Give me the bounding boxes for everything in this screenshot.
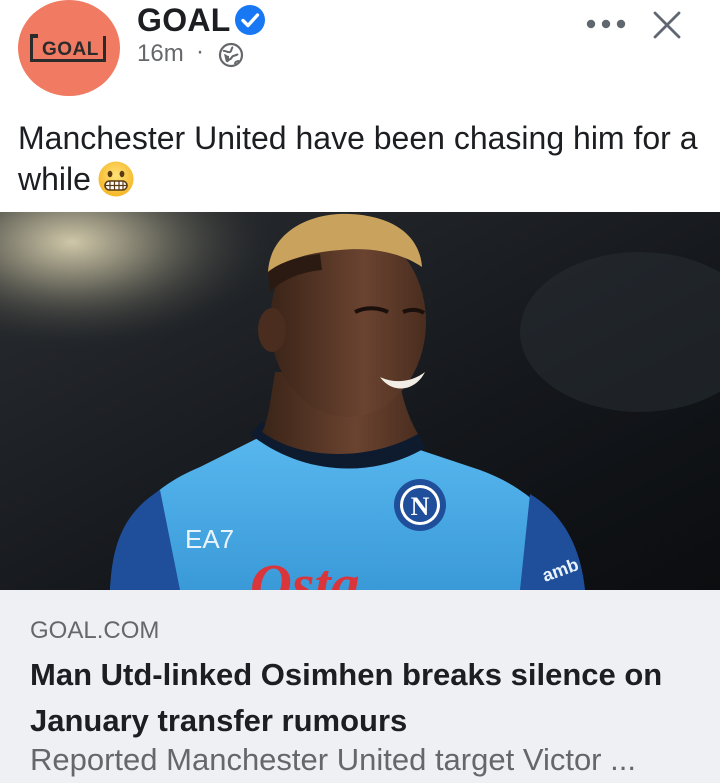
link-headline[interactable]: Man Utd-linked Osimhen breaks silence on… (30, 652, 700, 744)
post-photo[interactable]: N EA7 Osta amb (0, 212, 720, 590)
crest-letter: N (411, 492, 430, 521)
link-description: Reported Manchester United target Victor… (30, 742, 636, 777)
globe-icon[interactable] (218, 42, 244, 68)
meta-separator: · (196, 38, 204, 65)
post-caption: Manchester United have been chasing him … (18, 118, 698, 200)
jersey-sponsor-text: Osta (250, 552, 360, 590)
page-avatar[interactable]: GOAL (18, 0, 120, 96)
more-options-icon[interactable] (584, 14, 628, 34)
page-name[interactable]: GOAL (137, 2, 231, 39)
jersey-brand-text: EA7 (185, 524, 234, 554)
avatar-logo-text: GOAL (42, 39, 99, 60)
close-icon[interactable] (652, 10, 682, 40)
link-domain: GOAL.COM (30, 617, 160, 644)
player-photo-illustration: N EA7 Osta amb (0, 212, 720, 590)
verified-badge-icon (235, 5, 265, 35)
post-time[interactable]: 16m (137, 40, 184, 68)
grimacing-face-emoji (98, 161, 134, 197)
